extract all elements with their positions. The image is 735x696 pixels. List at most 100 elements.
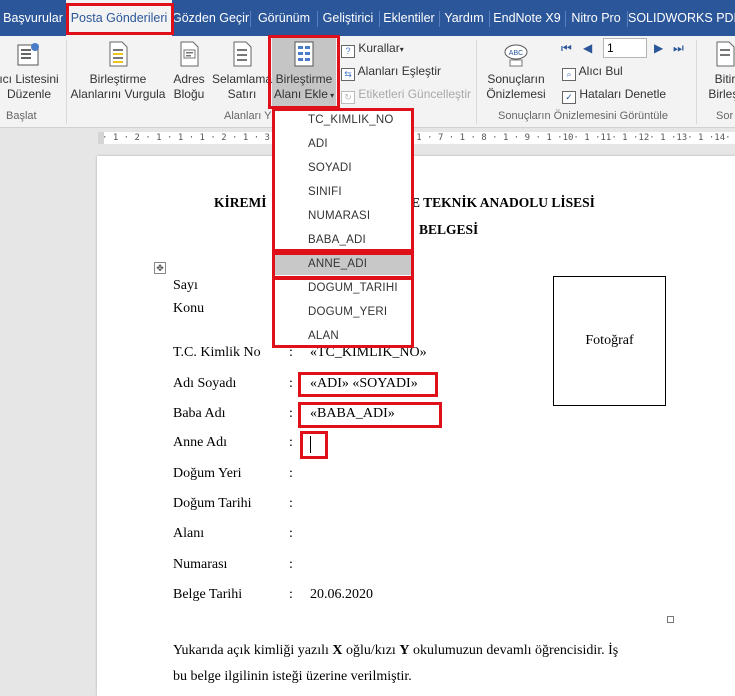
merge-field-option[interactable]: SINIFI [275,181,411,203]
greeting-line-line1: Selamlama [212,72,273,86]
write-insert-group-label: Alanları Y [224,110,272,122]
tab-view[interactable]: Görünüm [252,0,316,36]
row-colon: : [289,466,293,481]
preview-results-line2: Önizlemesi [486,87,546,101]
insert-field-line1: Birleştirme [275,72,333,86]
tab-help[interactable]: Yardım [440,0,488,36]
next-record-button[interactable]: ▶ [654,41,666,55]
address-block-button[interactable]: Adres Bloğu [166,40,212,102]
doc-title-left: KİREMİ [214,195,267,210]
rules-label: Kurallar [358,41,400,55]
address-block-line2: Bloğu [173,87,205,101]
edit-recipient-list-line2: Düzenle [6,87,52,101]
merge-field-option-selected[interactable]: ANNE_ADI [275,253,411,275]
sayi-label: Sayı [173,278,198,293]
belge-tarihi-value: 20.06.2020 [310,587,373,602]
merge-field-baba-adi[interactable]: «BABA_ADI» [310,406,395,422]
rules-icon: ? [341,45,355,58]
ribbon-tab-bar: Başvurular Posta Gönderileri Gözden Geçi… [0,0,735,36]
photo-label: Fotoğraf [585,333,634,348]
insert-field-line2-text: Alanı Ekle [273,87,328,101]
preview-group-label: Sonuçların Önizlemesini Görüntüle [498,110,668,122]
address-block-icon [180,41,199,67]
finish-group-label: Sor [716,110,734,122]
preview-results-icon: ABC [504,44,528,67]
update-labels-button[interactable]: ↻ Etiketleri Güncelleştir [341,87,471,104]
address-block-line1: Adres [173,72,205,86]
edit-recipient-list-line1: ıcı Listesini [0,72,59,86]
match-fields-button[interactable]: ⇆ Alanları Eşleştir [341,64,441,81]
tab-developer[interactable]: Geliştirici [318,0,378,36]
last-record-button[interactable]: ⏭ [673,41,687,55]
merge-field-option[interactable]: ADI [275,133,411,155]
tab-references[interactable]: Başvurular [0,0,66,36]
finish-merge-button[interactable]: Bitir Birleşt [700,40,735,102]
merge-field-option[interactable]: TC_KIMLIK_NO [275,109,411,131]
insert-field-line2: Alanı Ekle ▾ [272,87,336,103]
merge-field-option[interactable]: DOGUM_YERI [275,301,411,323]
dropdown-arrow-icon: ▾ [327,91,335,100]
chevron-down-icon: ▾ [399,45,404,54]
tab-review[interactable]: Gözden Geçir [172,0,249,36]
doc-subtitle: BELGESİ [419,222,479,237]
row-colon: : [289,557,293,572]
rules-button[interactable]: ? Kurallar▾ [341,41,404,58]
preview-results-button[interactable]: ABC Sonuçların Önizlemesi [482,40,550,102]
group-separator [476,40,477,124]
tab-nitro-pro[interactable]: Nitro Pro [566,0,626,36]
first-record-button[interactable]: ⏮ [561,41,575,55]
ruler-left-margin [98,132,104,144]
tab-endnote[interactable]: EndNote X9 [490,0,564,36]
tab-addins[interactable]: Eklentiler [380,0,438,36]
row-label-tc-kimlik-no: T.C. Kimlik No [173,345,261,360]
row-label-belge-tarihi: Belge Tarihi [173,587,243,602]
tab-solidworks-pdm[interactable]: SOLIDWORKS PDM [628,0,735,36]
update-labels-label: Etiketleri Güncelleştir [358,87,472,101]
merge-field-option[interactable]: BABA_ADI [275,229,411,251]
row-colon: : [289,496,293,511]
highlight-fields-icon [109,41,128,67]
find-recipient-button[interactable]: ⌕ Alıcı Bul [562,64,623,81]
highlight-merge-fields-button[interactable]: Birleştirme Alanlarını Vurgula [70,40,166,102]
paragraph-1-b: oğlu/kızı [342,643,400,658]
finish-line1: Bitir [714,72,735,86]
table-move-handle-icon[interactable]: ✥ [154,262,166,274]
paragraph-1-y: Y [399,643,410,658]
merge-field-option[interactable]: DOGUM_TARIHI [275,277,411,299]
svg-text:ABC: ABC [509,50,523,57]
text-cursor [310,436,311,453]
row-colon: : [289,526,293,541]
ruler-scale: · 1 · 2 · 1 · 1 · 1 · 2 · 1 · 3 · 1 · 4 … [98,132,735,144]
row-label-adi-soyadi: Adı Soyadı [173,376,237,391]
merge-field-adi-soyadi[interactable]: «ADI» «SOYADI» [310,376,418,392]
check-errors-icon: ✓ [562,91,576,104]
find-recipient-label: Alıcı Bul [578,64,623,78]
insert-merge-field-icon [294,41,314,67]
check-errors-label: Hataları Denetle [579,87,667,101]
row-label-alani: Alanı [173,526,205,541]
paragraph-1-x: X [332,643,343,658]
tab-mailings[interactable]: Posta Gönderileri [66,0,172,36]
merge-field-option[interactable]: NUMARASI [275,205,411,227]
previous-record-button[interactable]: ◀ [583,41,595,55]
paragraph-1: Yukarıda açık kimliği yazılı X oğlu/kızı… [173,643,618,659]
start-group-label: Başlat [6,110,37,122]
check-errors-button[interactable]: ✓ Hataları Denetle [562,87,666,104]
row-colon: : [289,376,293,391]
tab-separator [250,11,251,27]
merge-field-option[interactable]: SOYADI [275,157,411,179]
edit-recipient-list-button[interactable]: ıcı Listesini Düzenle [0,40,64,102]
insert-merge-field-button[interactable]: Birleştirme Alanı Ekle ▾ [272,38,336,106]
row-colon: : [289,435,293,450]
document-page[interactable]: KİREMİ E TEKNİK ANADOLU LİSESİ BELGESİ ✥… [97,156,735,696]
record-number-input[interactable] [603,38,647,58]
konu-label: Konu [173,301,205,316]
paragraph-1-c: okulumuzun devamlı öğrencisidir. İş [409,643,619,658]
table-resize-handle[interactable] [667,616,674,623]
greeting-line-button[interactable]: Selamlama Satırı [212,40,272,102]
group-separator [66,40,67,124]
merge-field-option[interactable]: ALAN [275,325,411,347]
update-labels-icon: ↻ [341,91,355,104]
row-label-baba-adi: Baba Adı [173,406,226,421]
preview-results-line1: Sonuçların [487,72,545,86]
